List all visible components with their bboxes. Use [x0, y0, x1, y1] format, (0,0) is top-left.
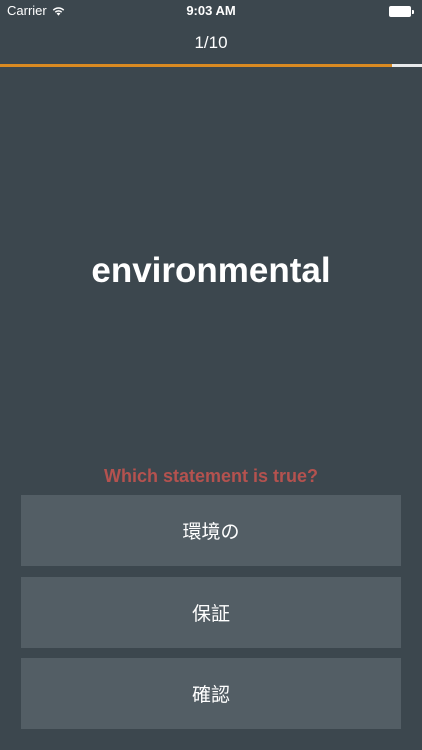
quiz-word: environmental — [91, 251, 331, 290]
progress-bar — [0, 64, 422, 67]
question-prompt: Which statement is true? — [103, 466, 319, 486]
battery-tip — [412, 9, 414, 14]
battery-full-icon — [389, 6, 414, 17]
answer-option-1[interactable]: 環境の — [21, 495, 401, 566]
answer-option-3[interactable]: 確認 — [21, 658, 401, 729]
progress-bar-fill — [0, 64, 393, 67]
status-bar: Carrier 9:03 AM — [0, 0, 422, 22]
question-counter: 1/10 — [194, 33, 228, 52]
battery-body — [389, 6, 411, 17]
answer-option-2[interactable]: 保証 — [21, 577, 401, 648]
status-time: 9:03 AM — [186, 3, 236, 18]
quiz-screen: Carrier 9:03 AM 1/10 environmental Which… — [0, 0, 422, 750]
